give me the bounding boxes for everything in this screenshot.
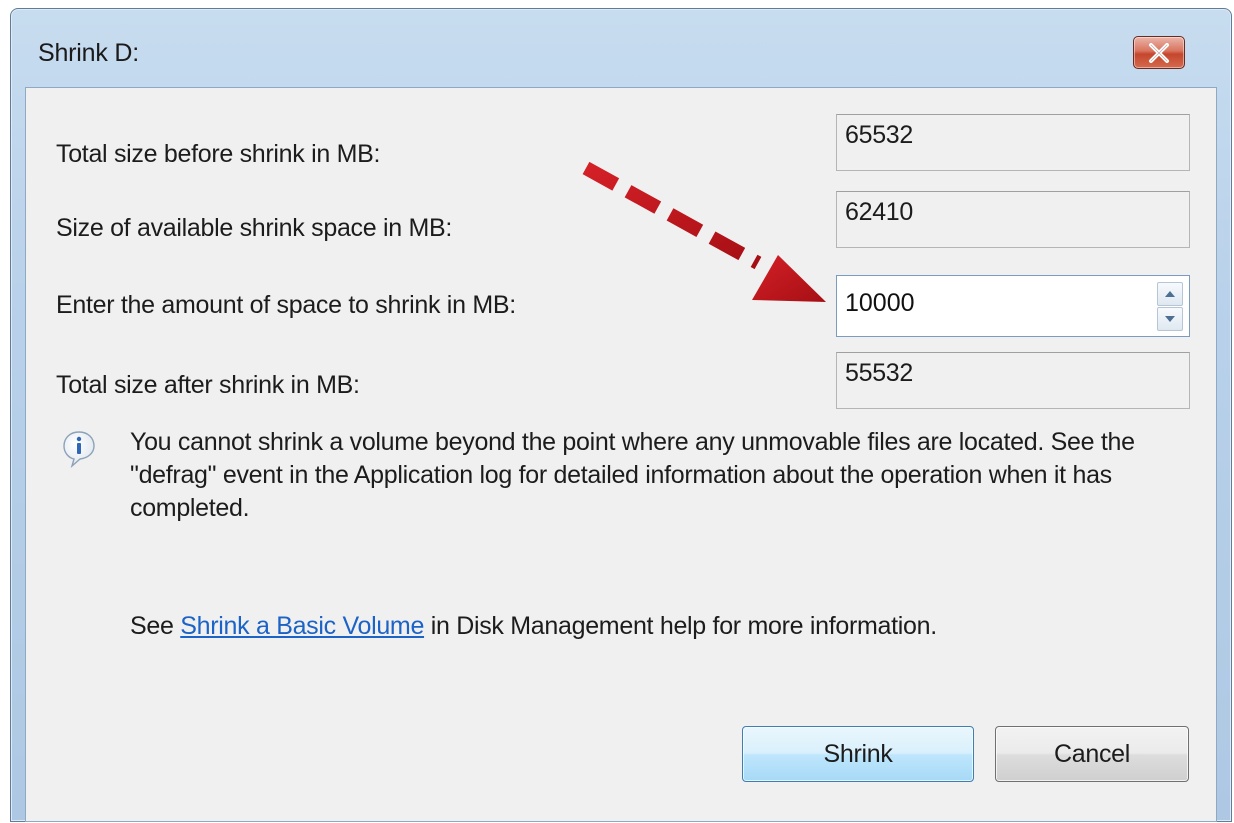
total-after-field: 55532 [836,352,1190,409]
spin-down-button[interactable] [1157,307,1183,331]
arrow-up-icon [1165,291,1175,297]
spin-up-button[interactable] [1157,282,1183,306]
shrink-amount-stepper [836,275,1190,337]
shrink-amount-label: Enter the amount of space to shrink in M… [56,291,516,319]
arrow-down-icon [1165,316,1175,322]
help-suffix: in Disk Management help for more informa… [424,612,937,640]
window-title: Shrink D: [38,39,140,67]
available-space-label: Size of available shrink space in MB: [56,214,453,242]
info-message: You cannot shrink a volume beyond the po… [130,428,1135,522]
available-space-field: 62410 [836,191,1190,248]
cancel-button[interactable]: Cancel [995,726,1189,782]
title-bar[interactable]: Shrink D: [11,9,1231,89]
total-before-field: 65532 [836,114,1190,171]
total-before-label: Total size before shrink in MB: [56,140,381,168]
dialog-body: Total size before shrink in MB: 65532 Si… [25,87,1217,822]
info-icon [63,431,95,468]
shrink-dialog: Shrink D: Total size before shrink in MB… [10,8,1232,822]
total-after-label: Total size after shrink in MB: [56,371,360,399]
close-icon [1149,42,1169,63]
arrow-dashes [582,161,762,270]
help-link[interactable]: Shrink a Basic Volume [180,612,424,640]
help-prefix: See [130,612,181,640]
close-button[interactable] [1133,36,1185,69]
arrow-head [752,255,826,302]
shrink-amount-input[interactable] [837,276,1137,334]
help-line: See Shrink a Basic Volume in Disk Manage… [130,612,937,641]
shrink-button[interactable]: Shrink [742,726,974,782]
